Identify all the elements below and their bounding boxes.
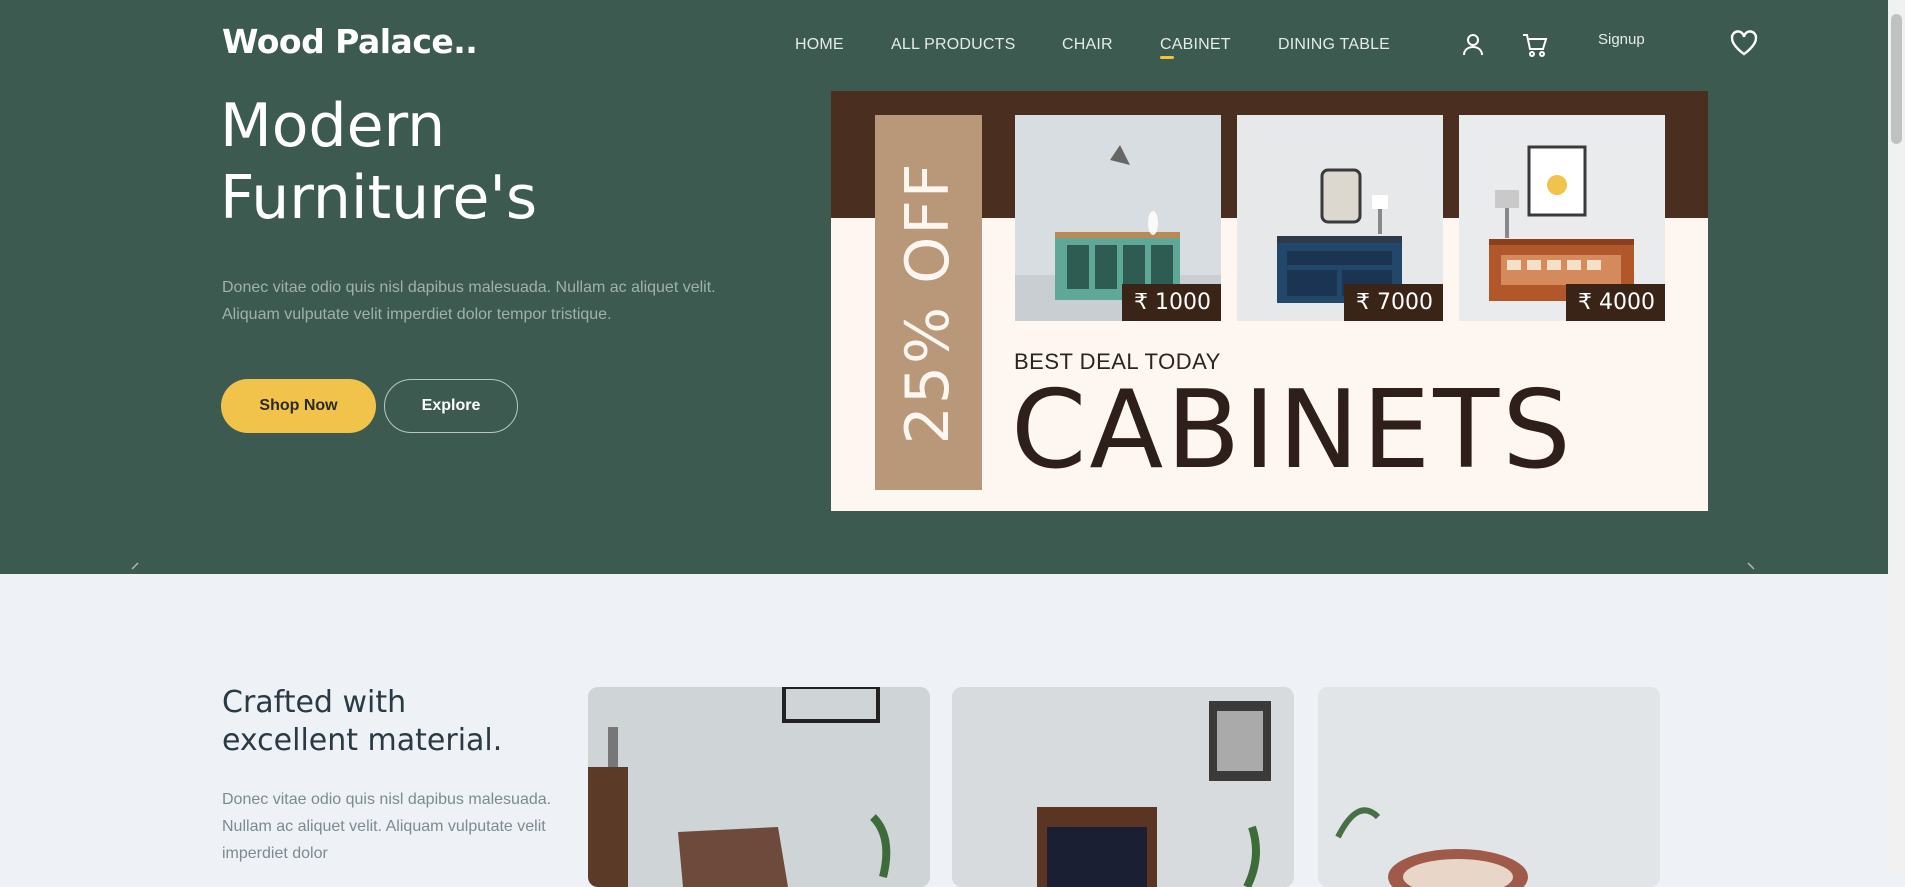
user-icon[interactable] — [1460, 31, 1486, 62]
product-card-1[interactable]: ₹ 1000 — [1015, 115, 1221, 321]
active-nav-indicator — [1160, 56, 1174, 59]
section-title: Crafted with excellent material. — [222, 684, 562, 760]
section-title-line2: excellent material. — [222, 723, 503, 758]
hero-title-line2: Furniture's — [220, 163, 538, 233]
room-image-armchair — [952, 687, 1294, 887]
explore-button[interactable]: Explore — [384, 379, 518, 433]
room-image-rattan-chair — [1318, 687, 1660, 887]
nav-item-home[interactable]: HOME — [795, 36, 844, 54]
scrollbar-thumb[interactable] — [1891, 14, 1902, 144]
nav-item-dining-table[interactable]: DINING TABLE — [1278, 36, 1390, 54]
product-card-3[interactable]: ₹ 4000 — [1459, 115, 1665, 321]
hero-description: Donec vitae odio quis nisl dapibus males… — [222, 279, 716, 323]
nav-item-cabinet[interactable]: CABINET — [1160, 36, 1231, 54]
carousel-next-icon[interactable] — [1744, 562, 1758, 581]
product-price-1: ₹ 1000 — [1122, 284, 1221, 321]
hero-title-line1: Modern — [220, 91, 446, 161]
nav-item-all-products[interactable]: ALL PRODUCTS — [891, 36, 1016, 54]
discount-label: 25% OFF — [893, 161, 963, 445]
room-card-1[interactable] — [588, 687, 930, 887]
hero-title: Modern Furniture's — [220, 90, 780, 234]
room-image-chair — [588, 687, 930, 887]
section-title-line1: Crafted with — [222, 685, 407, 720]
signup-link[interactable]: Signup — [1598, 31, 1645, 48]
room-card-2[interactable] — [952, 687, 1294, 887]
shop-now-button[interactable]: Shop Now — [221, 379, 376, 433]
nav-item-chair[interactable]: CHAIR — [1062, 36, 1113, 54]
product-price-2: ₹ 7000 — [1344, 284, 1443, 321]
carousel-prev-icon[interactable] — [128, 562, 142, 581]
promo-banner[interactable]: 25% OFF ₹ 1000 ₹ 7000 ₹ 4000 BEST DEAL T… — [831, 91, 1708, 511]
product-price-3: ₹ 4000 — [1566, 284, 1665, 321]
product-card-2[interactable]: ₹ 7000 — [1237, 115, 1443, 321]
brand-logo[interactable]: Wood Palace.. — [222, 22, 478, 61]
cart-icon[interactable] — [1521, 31, 1549, 64]
section-description: Donec vitae odio quis nisl dapibus males… — [222, 791, 552, 862]
deal-title: CABINETS — [1011, 368, 1574, 493]
heart-icon[interactable] — [1729, 29, 1759, 62]
room-card-3[interactable] — [1318, 687, 1660, 887]
scrollbar[interactable] — [1888, 0, 1905, 875]
